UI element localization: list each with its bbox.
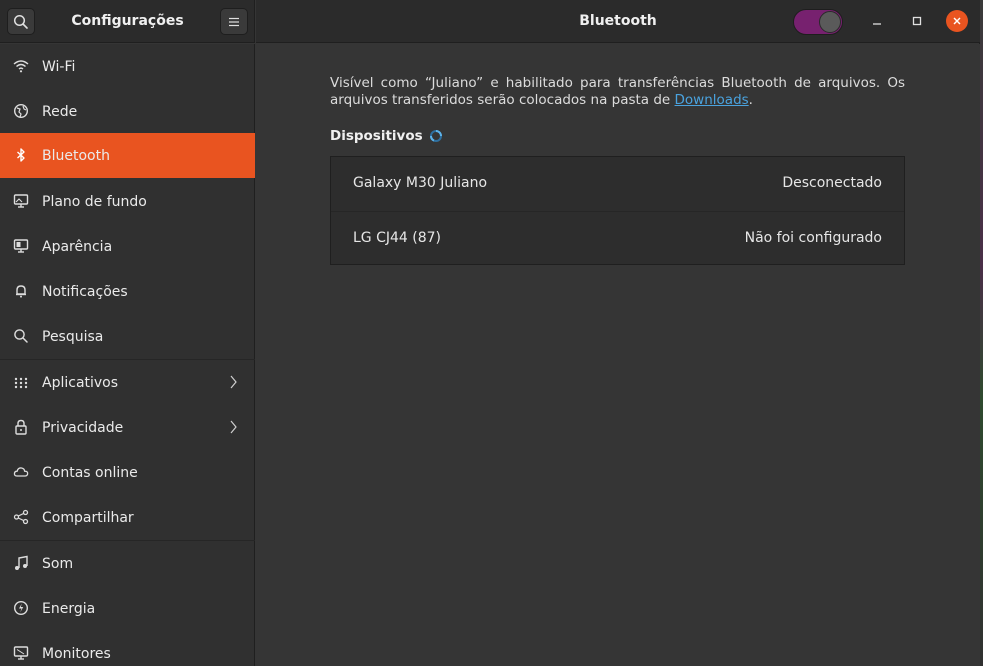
search-icon [12, 327, 30, 345]
device-row[interactable]: Galaxy M30 Juliano Desconectado [331, 157, 904, 210]
sidebar-item-sharing[interactable]: Compartilhar [0, 495, 255, 540]
device-status: Desconectado [782, 175, 882, 191]
toggle-knob [819, 11, 841, 33]
sidebar-item-label: Privacidade [42, 419, 124, 436]
sidebar-header: Configurações [0, 0, 255, 43]
sidebar-item-label: Compartilhar [42, 509, 134, 526]
search-button[interactable] [7, 8, 35, 35]
description-line-1: Visível como “Juliano” e habilitado para… [330, 75, 905, 91]
sidebar-item-label: Pesquisa [42, 328, 104, 345]
bluetooth-toggle[interactable] [793, 9, 843, 35]
search-icon [13, 14, 28, 29]
bluetooth-panel: Visível como “Juliano” e habilitado para… [256, 44, 980, 666]
content-header: Bluetooth [256, 0, 980, 43]
settings-window: Configurações Bluetooth Wi-Fi Rede Bluet… [0, 0, 980, 666]
downloads-link[interactable]: Downloads [675, 92, 749, 108]
description-line-2: arquivos transferidos serão colocados na… [330, 92, 905, 109]
sidebar-item-label: Energia [42, 600, 96, 617]
description-text: arquivos transferidos serão colocados na… [330, 92, 675, 108]
minimize-icon [873, 23, 881, 25]
wifi-icon [12, 57, 30, 75]
sidebar-item-background[interactable]: Plano de fundo [0, 179, 255, 224]
devices-list: Galaxy M30 Juliano Desconectado LG CJ44 … [330, 156, 905, 265]
sidebar: Wi-Fi Rede Bluetooth Plano de fundo Apar… [0, 44, 255, 666]
appearance-icon [12, 237, 30, 255]
sidebar-item-applications[interactable]: Aplicativos [0, 360, 255, 405]
sidebar-item-appearance[interactable]: Aparência [0, 224, 255, 269]
lock-icon [12, 418, 30, 436]
sidebar-item-notifications[interactable]: Notificações [0, 269, 255, 314]
device-name: Galaxy M30 Juliano [353, 175, 488, 191]
device-name: LG CJ44 (87) [353, 230, 442, 246]
sidebar-item-label: Rede [42, 103, 78, 120]
maximize-icon [912, 16, 922, 26]
chevron-right-icon [230, 420, 237, 434]
close-icon [953, 17, 961, 25]
sidebar-item-label: Contas online [42, 464, 138, 481]
sidebar-item-privacy[interactable]: Privacidade [0, 405, 255, 450]
sidebar-item-label: Monitores [42, 645, 111, 662]
sidebar-item-bluetooth[interactable]: Bluetooth [0, 133, 255, 178]
wallpaper-icon [12, 192, 30, 210]
sidebar-item-label: Wi-Fi [42, 58, 76, 75]
close-button[interactable] [946, 10, 968, 32]
sidebar-item-label: Som [42, 555, 74, 572]
apps-grid-icon [12, 373, 30, 391]
sidebar-item-search[interactable]: Pesquisa [0, 314, 255, 359]
sidebar-item-wifi[interactable]: Wi-Fi [0, 44, 255, 89]
chevron-right-icon [230, 375, 237, 389]
bluetooth-icon [12, 146, 30, 164]
sidebar-item-label: Aplicativos [42, 374, 119, 391]
network-globe-icon [12, 102, 30, 120]
bell-icon [12, 282, 30, 300]
main-menu-button[interactable] [220, 8, 248, 35]
sidebar-item-label: Aparência [42, 238, 113, 255]
app-title: Configurações [71, 13, 184, 29]
sidebar-item-power[interactable]: Energia [0, 586, 255, 631]
description-period: . [748, 92, 753, 108]
visibility-description: Visível como “Juliano” e habilitado para… [330, 75, 905, 109]
sidebar-item-label: Bluetooth [42, 147, 110, 164]
minimize-button[interactable] [866, 10, 888, 32]
hamburger-menu-icon [229, 17, 239, 26]
device-status: Não foi configurado [744, 230, 882, 246]
device-row[interactable]: LG CJ44 (87) Não foi configurado [331, 211, 904, 264]
sidebar-item-label: Plano de fundo [42, 193, 147, 210]
sidebar-item-label: Notificações [42, 283, 128, 300]
sidebar-item-sound[interactable]: Som [0, 541, 255, 586]
cloud-icon [12, 463, 30, 481]
maximize-button[interactable] [906, 10, 928, 32]
sidebar-item-online-accounts[interactable]: Contas online [0, 450, 255, 495]
sidebar-item-monitors[interactable]: Monitores [0, 631, 255, 666]
sidebar-item-network[interactable]: Rede [0, 89, 255, 134]
devices-heading: Dispositivos [330, 128, 423, 144]
power-icon [12, 599, 30, 617]
loading-spinner-icon [429, 130, 442, 142]
monitor-icon [12, 644, 30, 662]
music-note-icon [12, 554, 30, 572]
share-icon [12, 508, 30, 526]
